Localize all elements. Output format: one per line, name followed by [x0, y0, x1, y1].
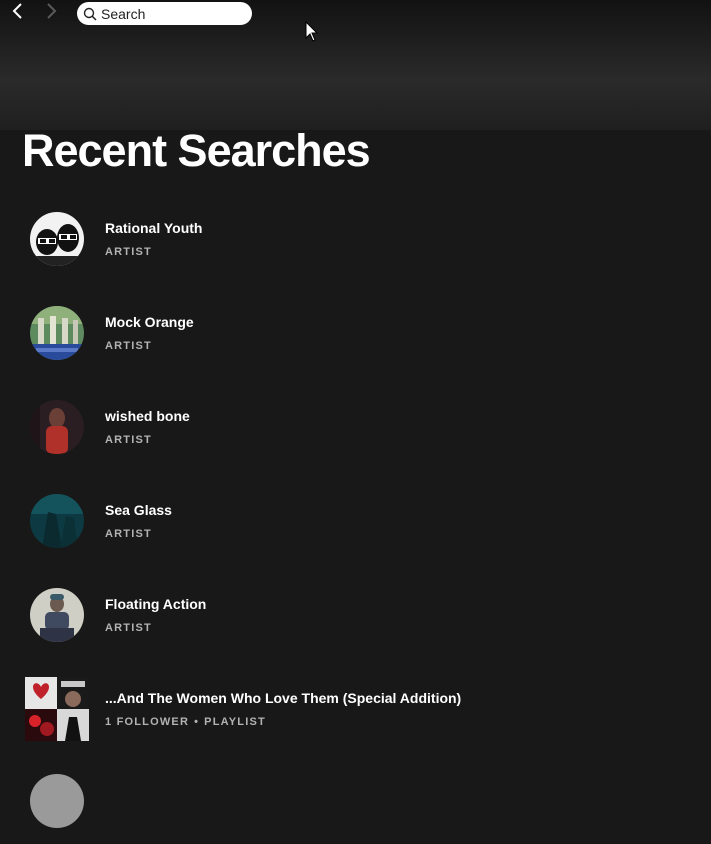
artist-image: [30, 212, 84, 266]
mouse-cursor-icon: [305, 20, 319, 48]
result-name: Mock Orange: [105, 314, 194, 330]
result-name: wished bone: [105, 408, 190, 424]
result-type: ARTIST: [105, 528, 152, 540]
result-item-sea-glass[interactable]: Sea Glass ARTIST: [0, 482, 711, 562]
result-name: Rational Youth: [105, 220, 203, 236]
follower-count: 1 FOLLOWER: [105, 716, 190, 728]
search-input[interactable]: [97, 5, 241, 22]
result-name: ...And The Women Who Love Them (Special …: [105, 690, 462, 706]
chevron-left-icon: [11, 2, 25, 25]
result-item-rational-youth[interactable]: Rational Youth ARTIST: [0, 200, 711, 280]
chevron-right-icon: [44, 2, 58, 25]
result-item-wished-bone[interactable]: wished bone ARTIST: [0, 388, 711, 468]
search-bar[interactable]: [77, 2, 252, 25]
artist-image: [30, 774, 84, 828]
playlist-cover-image: [25, 677, 89, 741]
search-icon: [83, 7, 97, 21]
forward-button[interactable]: [41, 2, 61, 25]
page-title: Recent Searches: [22, 125, 371, 176]
artist-image: [30, 588, 84, 642]
result-type: ARTIST: [105, 340, 152, 352]
result-name: Floating Action: [105, 596, 207, 612]
result-item-partial[interactable]: [0, 764, 711, 844]
result-type: ARTIST: [105, 434, 152, 446]
back-button[interactable]: [8, 2, 28, 25]
artist-image: [30, 306, 84, 360]
meta-separator: •: [194, 716, 200, 728]
result-type: ARTIST: [105, 246, 152, 258]
result-item-floating-action[interactable]: Floating Action ARTIST: [0, 576, 711, 656]
artist-image: [30, 494, 84, 548]
result-name: Sea Glass: [105, 502, 172, 518]
result-type: ARTIST: [105, 622, 152, 634]
artist-image: [30, 400, 84, 454]
result-item-playlist-women-who-love-them[interactable]: ...And The Women Who Love Them (Special …: [0, 670, 711, 750]
result-type: PLAYLIST: [204, 716, 266, 728]
result-meta: 1 FOLLOWER • PLAYLIST: [105, 716, 266, 728]
result-item-mock-orange[interactable]: Mock Orange ARTIST: [0, 294, 711, 374]
